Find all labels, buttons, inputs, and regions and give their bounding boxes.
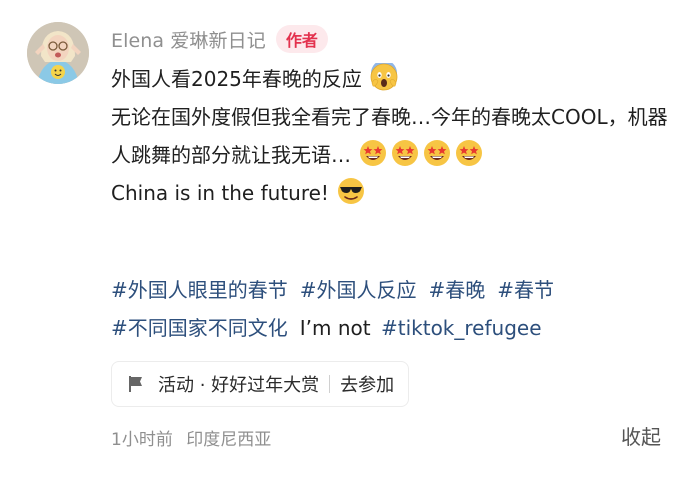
star-struck-face-icon <box>424 140 451 166</box>
avatar[interactable] <box>27 22 89 84</box>
hashtag-link[interactable]: #春晚 <box>429 278 486 302</box>
comment-body-part1: 无论在国外度假但我全看完了春晚…今年的春晚太COOL，机器人跳舞的部分就让我无语… <box>111 105 668 167</box>
star-struck-face-icon <box>456 140 483 166</box>
star-struck-face-icon <box>392 140 419 166</box>
username[interactable]: Elena 爱琳新日记 <box>111 26 266 53</box>
activity-label: 活动 · 好好过年大赏 <box>158 375 320 396</box>
author-badge: 作者 <box>275 25 328 53</box>
screaming-face-icon <box>370 63 398 91</box>
comment-meta: 1小时前 印度尼西亚 <box>111 425 271 450</box>
hashtag-list: #外国人眼里的春节 #外国人反应 #春晚 #春节 #不同国家不同文化 I’m not #t… <box>111 271 671 347</box>
comment-body-text: 无论在国外度假但我全看完了春晚…今年的春晚太COOL，机器人跳舞的部分就让我无语… <box>111 98 671 174</box>
comment-english-line: China is in the future! <box>111 174 671 212</box>
star-struck-face-icon <box>360 140 387 166</box>
comment-title-line: 外国人看2025年春晚的反应 <box>111 60 671 98</box>
hashtag-link[interactable]: #不同国家不同文化 <box>111 316 288 340</box>
join-activity-button[interactable]: 去参加 <box>340 371 394 397</box>
collapse-button[interactable]: 收起 <box>621 421 661 450</box>
hashtag-link[interactable]: #外国人眼里的春节 <box>111 278 288 302</box>
comment-card: Elena 爱琳新日记 作者 外国人看2025年春晚的反应 无论在国外度假但我全… <box>0 0 689 477</box>
comment-english-text: China is in the future! <box>111 181 336 205</box>
sunglasses-face-icon <box>338 178 365 204</box>
comment-title: 外国人看2025年春晚的反应 <box>111 67 362 91</box>
activity-chip[interactable]: 活动 · 好好过年大赏 去参加 <box>111 361 410 407</box>
hashtag-link[interactable]: #春节 <box>497 278 554 302</box>
hashtag-link[interactable]: #外国人反应 <box>300 278 417 302</box>
timestamp: 1小时前 <box>111 430 173 450</box>
activity-divider <box>329 375 331 393</box>
plain-text: I’m not <box>299 316 377 340</box>
flag-icon <box>126 374 146 394</box>
hashtag-link[interactable]: #tiktok_refugee <box>381 316 542 340</box>
comment-body: 外国人看2025年春晚的反应 无论在国外度假但我全看完了春晚…今年的春晚太COO… <box>111 60 671 212</box>
location: 印度尼西亚 <box>186 430 272 450</box>
comment-header: Elena 爱琳新日记 作者 <box>111 22 328 56</box>
